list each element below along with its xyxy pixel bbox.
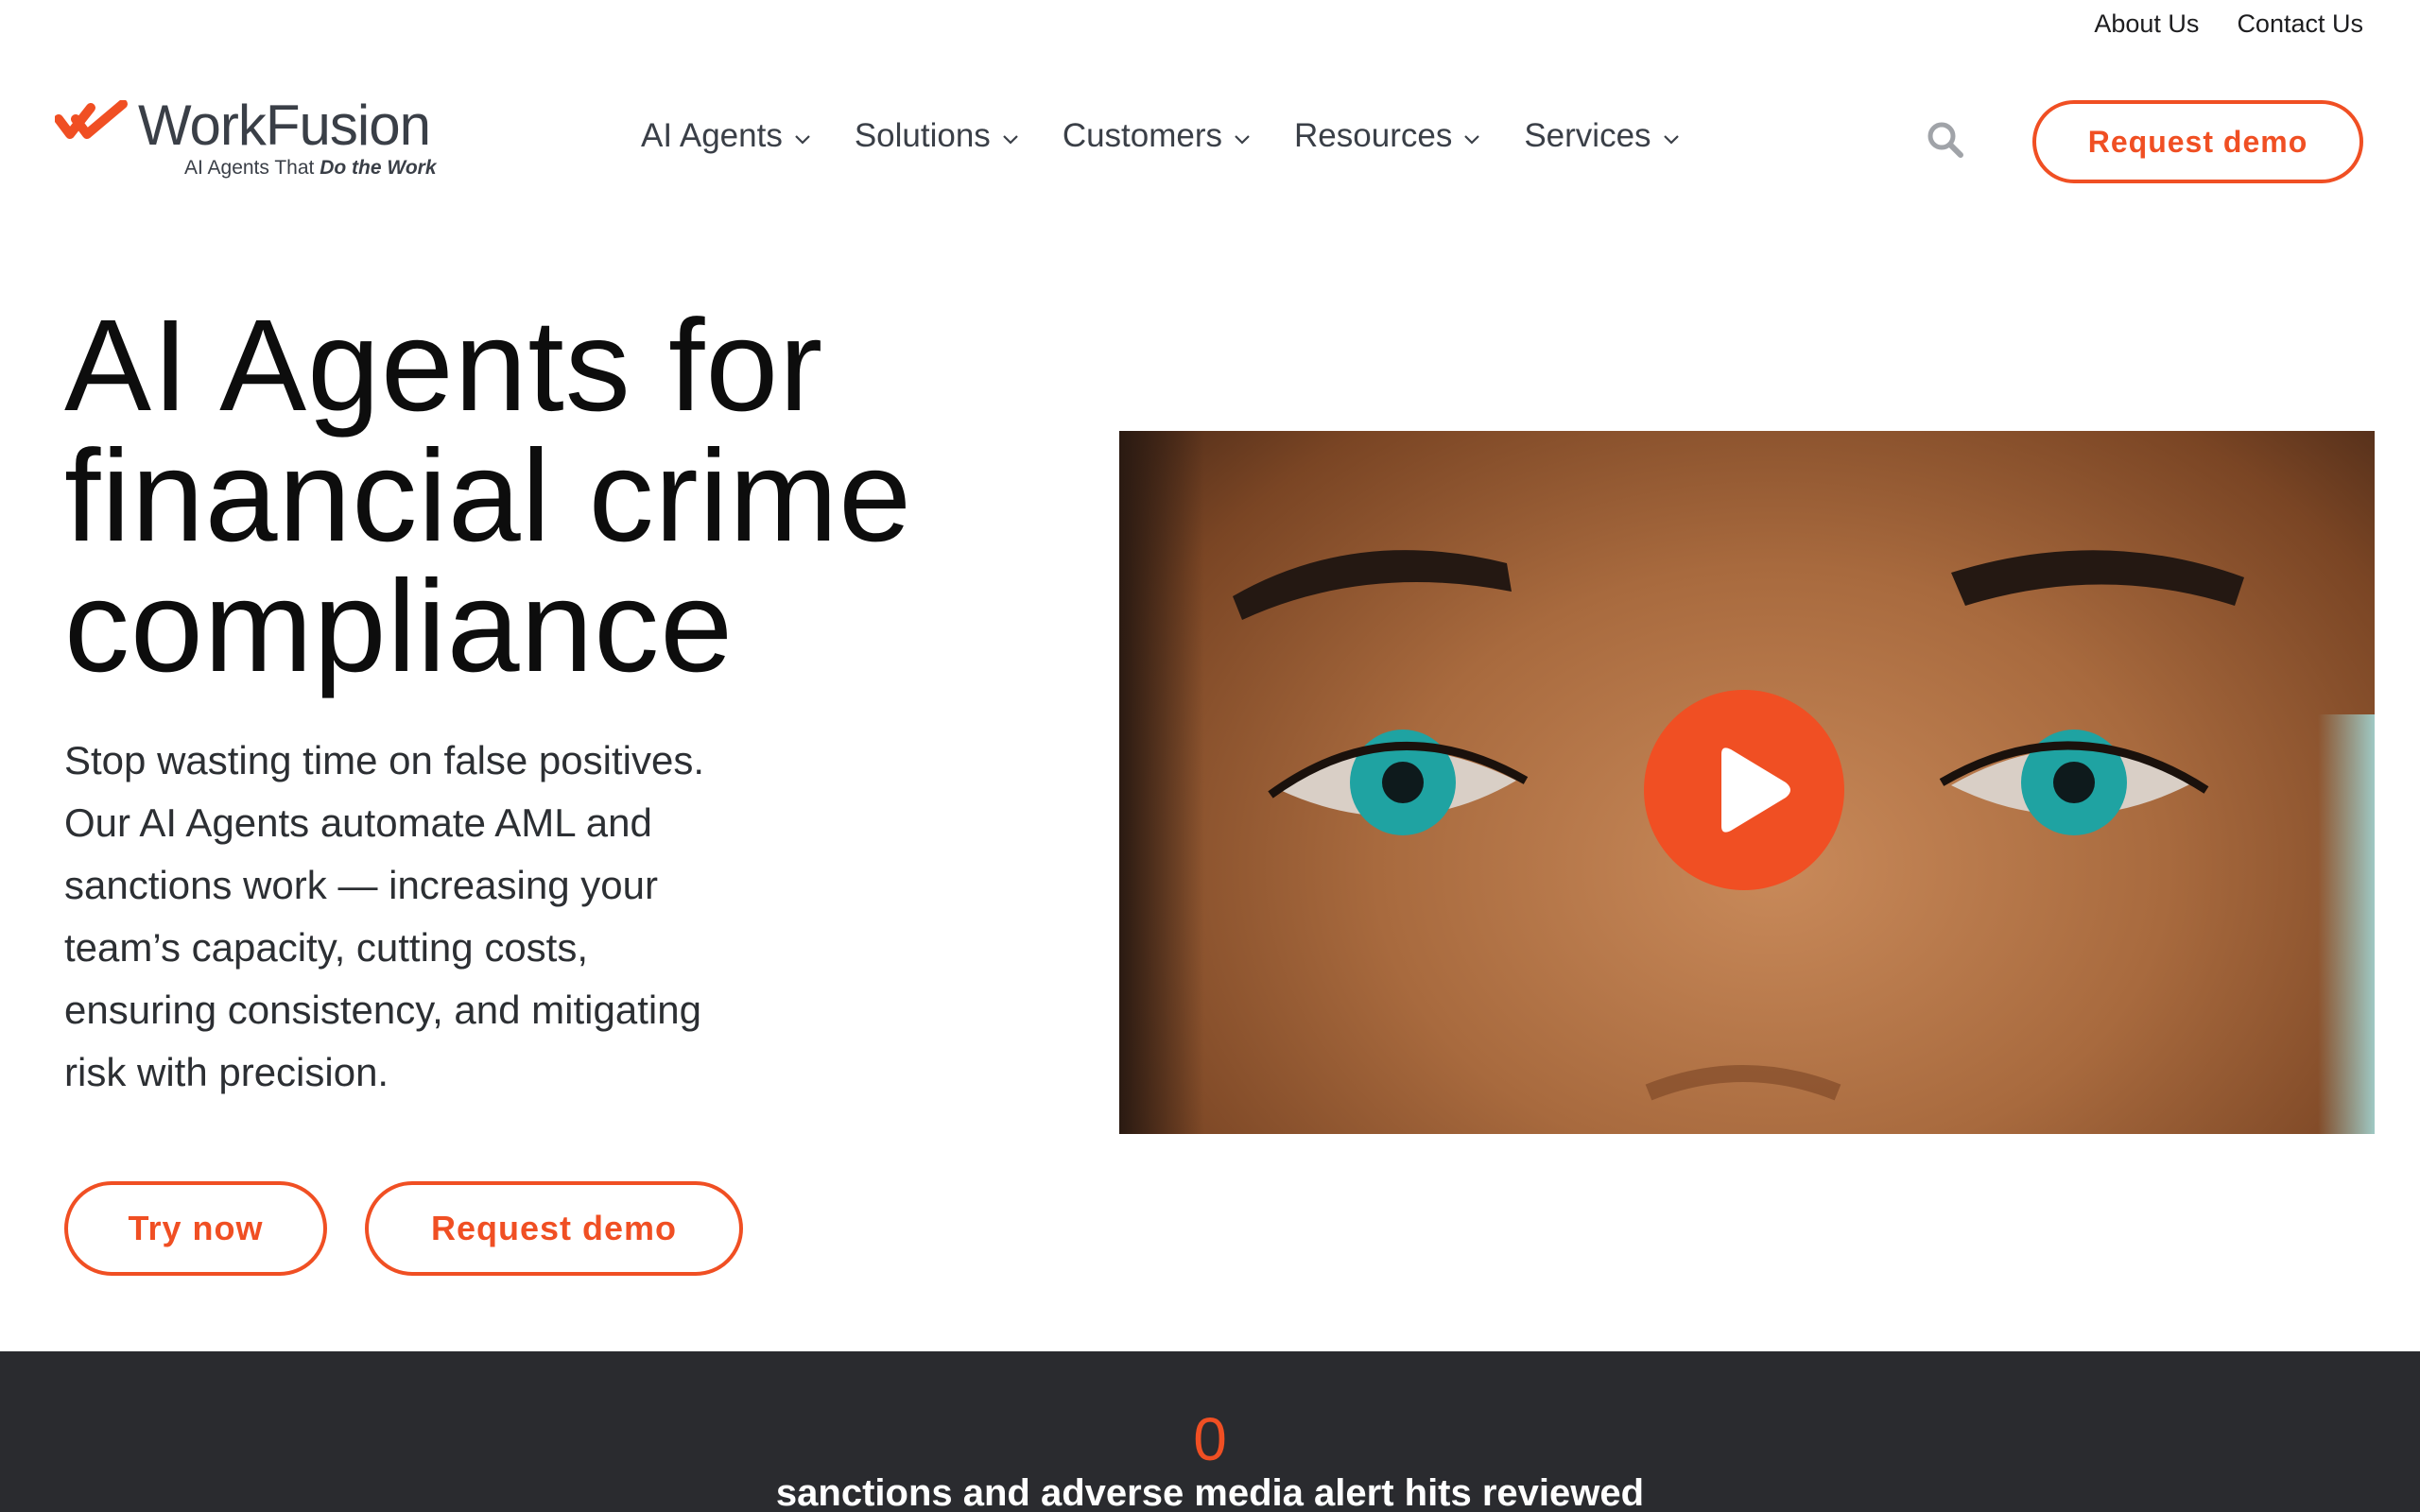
nav-item-label: Solutions bbox=[854, 117, 991, 154]
workfusion-logo[interactable]: WorkFusion AI Agents That Do the Work bbox=[55, 93, 452, 187]
play-button[interactable] bbox=[1644, 690, 1844, 890]
double-check-icon bbox=[55, 100, 128, 139]
logo-wordmark: WorkFusion bbox=[138, 94, 431, 157]
contact-us-link[interactable]: Contact Us bbox=[2237, 9, 2363, 39]
try-now-button[interactable]: Try now bbox=[64, 1181, 327, 1276]
stat-label: sanctions and adverse media alert hits r… bbox=[775, 1472, 1645, 1512]
hero-title-line: financial crime bbox=[64, 423, 912, 569]
nav-resources[interactable]: Resources bbox=[1294, 117, 1480, 155]
tagline-prefix: AI Agents That bbox=[184, 157, 320, 179]
hero-request-demo-button[interactable]: Request demo bbox=[365, 1181, 743, 1276]
hero-body-line: Our AI Agents automate AML and bbox=[64, 800, 652, 845]
nav-item-label: AI Agents bbox=[641, 117, 783, 154]
search-icon bbox=[1927, 122, 1963, 158]
search-button[interactable] bbox=[1925, 119, 1966, 161]
nav-solutions[interactable]: Solutions bbox=[855, 117, 1019, 155]
about-us-link[interactable]: About Us bbox=[2094, 9, 2199, 39]
nav-ai-agents[interactable]: AI Agents bbox=[641, 117, 811, 155]
chevron-down-icon bbox=[795, 135, 810, 145]
hero-body-line: ensuring consistency, and mitigating bbox=[64, 988, 701, 1032]
chevron-down-icon bbox=[1235, 135, 1250, 145]
hero-video[interactable] bbox=[1119, 431, 2375, 1134]
hero-description: Stop wasting time on false positives. Ou… bbox=[64, 730, 821, 1104]
stats-band: 0 sanctions and adverse media alert hits… bbox=[0, 1351, 2420, 1512]
main-nav: AI Agents Solutions Customers Resources … bbox=[641, 117, 1680, 155]
nav-item-label: Services bbox=[1524, 117, 1651, 154]
utility-nav: About Us Contact Us bbox=[2094, 9, 2363, 39]
nav-customers[interactable]: Customers bbox=[1063, 117, 1251, 155]
chevron-down-icon bbox=[1464, 135, 1480, 145]
nav-item-label: Customers bbox=[1062, 117, 1223, 154]
stat-counter: 0 bbox=[1193, 1405, 1227, 1473]
chevron-down-icon bbox=[1663, 135, 1679, 145]
hero-body-line: Stop wasting time on false positives. bbox=[64, 738, 705, 782]
hero-body-line: risk with precision. bbox=[64, 1050, 389, 1094]
hero-body-line: sanctions work — increasing your bbox=[64, 863, 658, 907]
nav-services[interactable]: Services bbox=[1524, 117, 1679, 155]
play-icon bbox=[1721, 747, 1790, 833]
nav-item-label: Resources bbox=[1294, 117, 1453, 154]
hero-title-line: AI Agents for bbox=[64, 293, 824, 438]
chevron-down-icon bbox=[1003, 135, 1018, 145]
hero-body-line: team’s capacity, cutting costs, bbox=[64, 925, 589, 970]
hero-title: AI Agents for financial crime compliance bbox=[64, 301, 1066, 692]
hero-title-line: compliance bbox=[64, 554, 735, 699]
tagline-emphasis: Do the Work bbox=[320, 157, 437, 179]
logo-tagline: AI Agents That Do the Work bbox=[184, 157, 437, 180]
header-request-demo-button[interactable]: Request demo bbox=[2032, 100, 2363, 183]
page: About Us Contact Us WorkFusion AI Agents… bbox=[0, 0, 2420, 1512]
